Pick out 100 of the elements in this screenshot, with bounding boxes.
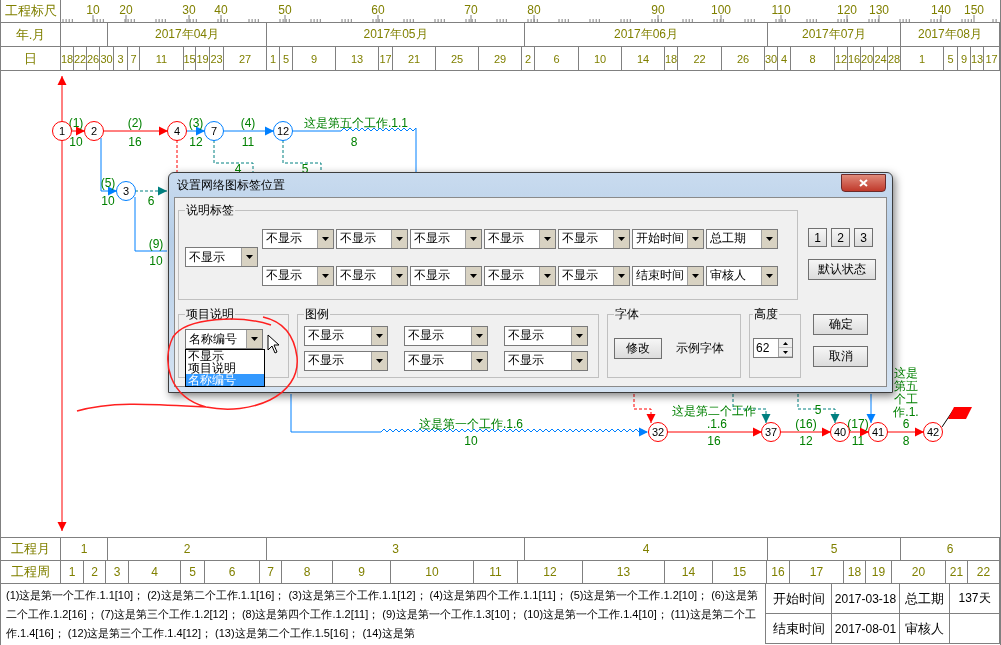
dropdown[interactable]: 不显示 bbox=[558, 265, 630, 286]
dropdown[interactable]: 开始时间 bbox=[632, 228, 704, 249]
dropdown[interactable]: 结束时间 bbox=[632, 265, 704, 286]
work-label: (3) bbox=[188, 116, 204, 130]
week-number-cell: 11 bbox=[474, 561, 518, 583]
work-label: 12 bbox=[799, 434, 813, 448]
ruler-tick-label: 120 bbox=[837, 3, 857, 17]
work-label: (4) bbox=[240, 116, 256, 130]
week-number-cell: 13 bbox=[583, 561, 665, 583]
work-label: 个工 bbox=[894, 391, 918, 406]
caret-icon bbox=[470, 273, 477, 278]
dropdown[interactable]: 总工期 bbox=[706, 228, 778, 249]
work-label: 11 bbox=[241, 135, 255, 149]
info-label: 审核人 bbox=[900, 614, 950, 644]
ruler-tick-label: 100 bbox=[711, 3, 731, 17]
caret-icon bbox=[766, 236, 773, 241]
dropdown[interactable]: 不显示 bbox=[558, 228, 630, 249]
dropdown[interactable]: 不显示 bbox=[185, 247, 258, 267]
dashed-line bbox=[176, 139, 178, 173]
ruler-tick-label: 80 bbox=[527, 3, 541, 17]
dropdown[interactable]: 不显示 bbox=[404, 350, 488, 371]
dropdown[interactable]: 不显示 bbox=[262, 265, 334, 286]
dropdown[interactable]: 不显示 bbox=[484, 228, 556, 249]
month-cell: 2017年04月 bbox=[108, 23, 267, 46]
work-label: 6 bbox=[902, 417, 910, 431]
dropdown[interactable]: 不显示 bbox=[404, 325, 488, 346]
day-cell: 24 bbox=[874, 47, 888, 70]
info-label: 开始时间 bbox=[766, 584, 832, 614]
day-cell: 25 bbox=[436, 47, 479, 70]
day-cell: 20 bbox=[861, 47, 874, 70]
caret-icon bbox=[476, 358, 483, 363]
dropdown[interactable]: 不显示 bbox=[304, 350, 388, 371]
dropdown[interactable]: 不显示 bbox=[304, 325, 388, 346]
font-sample: 示例字体 bbox=[676, 339, 724, 357]
month-number-cell: 3 bbox=[267, 538, 525, 560]
caret-icon bbox=[396, 273, 403, 278]
ruler-tick-label: 130 bbox=[869, 3, 889, 17]
dropdown[interactable]: 不显示 bbox=[504, 350, 588, 371]
close-button[interactable] bbox=[841, 174, 886, 192]
week-number-cell: 15 bbox=[713, 561, 767, 583]
week-number-cell: 16 bbox=[767, 561, 790, 583]
preset-button[interactable]: 2 bbox=[831, 228, 850, 247]
dropdown[interactable]: 不显示 bbox=[336, 228, 408, 249]
work-label: (5) bbox=[100, 176, 116, 190]
cancel-button[interactable]: 取消 bbox=[813, 346, 868, 367]
caret-icon bbox=[322, 273, 329, 278]
dashed-arrow-line bbox=[134, 186, 168, 196]
caret-icon bbox=[692, 273, 699, 278]
day-cell: 10 bbox=[579, 47, 622, 70]
dropdown[interactable]: 不显示 bbox=[504, 325, 588, 346]
info-value: 2017-08-01 bbox=[832, 614, 900, 644]
ok-button[interactable]: 确定 bbox=[813, 314, 868, 335]
dropdown[interactable]: 不显示 bbox=[410, 228, 482, 249]
info-value: 2017-03-18 bbox=[832, 584, 900, 614]
dropdown[interactable]: 不显示 bbox=[262, 228, 334, 249]
day-cell: 12 bbox=[835, 47, 848, 70]
day-cell: 11 bbox=[140, 47, 184, 70]
dropdown[interactable]: 不显示 bbox=[484, 265, 556, 286]
dashed-arrow-line bbox=[732, 393, 771, 424]
preset-button[interactable]: 1 bbox=[808, 228, 827, 247]
preset-button[interactable]: 3 bbox=[854, 228, 873, 247]
dropdown[interactable]: 不显示 bbox=[336, 265, 408, 286]
dropdown[interactable]: 不显示 bbox=[410, 265, 482, 286]
day-cell: 5 bbox=[280, 47, 293, 70]
spin-down-button[interactable] bbox=[779, 348, 792, 357]
network-node: 3 bbox=[116, 181, 136, 201]
work-summary-text: (1)这是第一个工作.1.1[10]； (2)这是第二个工作.1.1[16]； (3)这是第三个工作.1.1[12]； (4)这是第四个工作.1.1[11]； (5)这是第一个工作.1.2[10]； (6)这是第二个工作.1.2[16]； (7)这是第三个工作.1.2[12]； (8)这是第四个工作.1.2[11]； (9)这是第一个工作.1.3[10]； (10)这是第一个工作.1.4[10]； (11)这是第二个工作.1.4[16]； (12)这是第三个工作.1.4[12]； (13)这是第二个工作.1.5[16]； (14)这是第 bbox=[5, 588, 759, 641]
height-spinner[interactable]: 62 bbox=[753, 338, 793, 358]
work-label: 16 bbox=[707, 434, 721, 448]
day-cell: 13 bbox=[336, 47, 379, 70]
spin-up-button[interactable] bbox=[779, 339, 792, 348]
week-number-cell: 22 bbox=[968, 561, 1000, 583]
dropdown[interactable]: 审核人 bbox=[706, 265, 778, 286]
arrow-line bbox=[866, 393, 876, 424]
caret-icon bbox=[470, 236, 477, 241]
day-cell: 30 bbox=[765, 47, 778, 70]
row-label: 工程标尺 bbox=[1, 0, 61, 22]
network-node: 41 bbox=[868, 422, 888, 442]
modify-button[interactable]: 修改 bbox=[614, 337, 662, 359]
work-label: (2) bbox=[127, 116, 143, 130]
week-number-cell: 3 bbox=[106, 561, 129, 583]
week-number-cell: 14 bbox=[665, 561, 713, 583]
connector-line bbox=[134, 196, 168, 252]
work-label: 这是第五个工作.1.1 bbox=[304, 114, 408, 132]
day-cell: 16 bbox=[848, 47, 861, 70]
day-cell: 14 bbox=[622, 47, 665, 70]
day-cell: 27 bbox=[224, 47, 267, 70]
network-node: 7 bbox=[204, 121, 224, 141]
ruler-tick-label: 30 bbox=[182, 3, 196, 17]
arrow-line bbox=[886, 427, 925, 437]
ruler-tick-label: 110 bbox=[771, 3, 791, 17]
day-cell: 7 bbox=[128, 47, 140, 70]
work-label: 10 bbox=[149, 254, 163, 268]
day-cell: 22 bbox=[74, 47, 87, 70]
month-number-cell: 5 bbox=[768, 538, 901, 560]
week-number-cell: 10 bbox=[391, 561, 474, 583]
day-cell: 19 bbox=[196, 47, 210, 70]
work-label: (9) bbox=[148, 237, 164, 251]
default-button[interactable]: 默认状态 bbox=[808, 259, 876, 280]
network-node: 42 bbox=[923, 422, 943, 442]
